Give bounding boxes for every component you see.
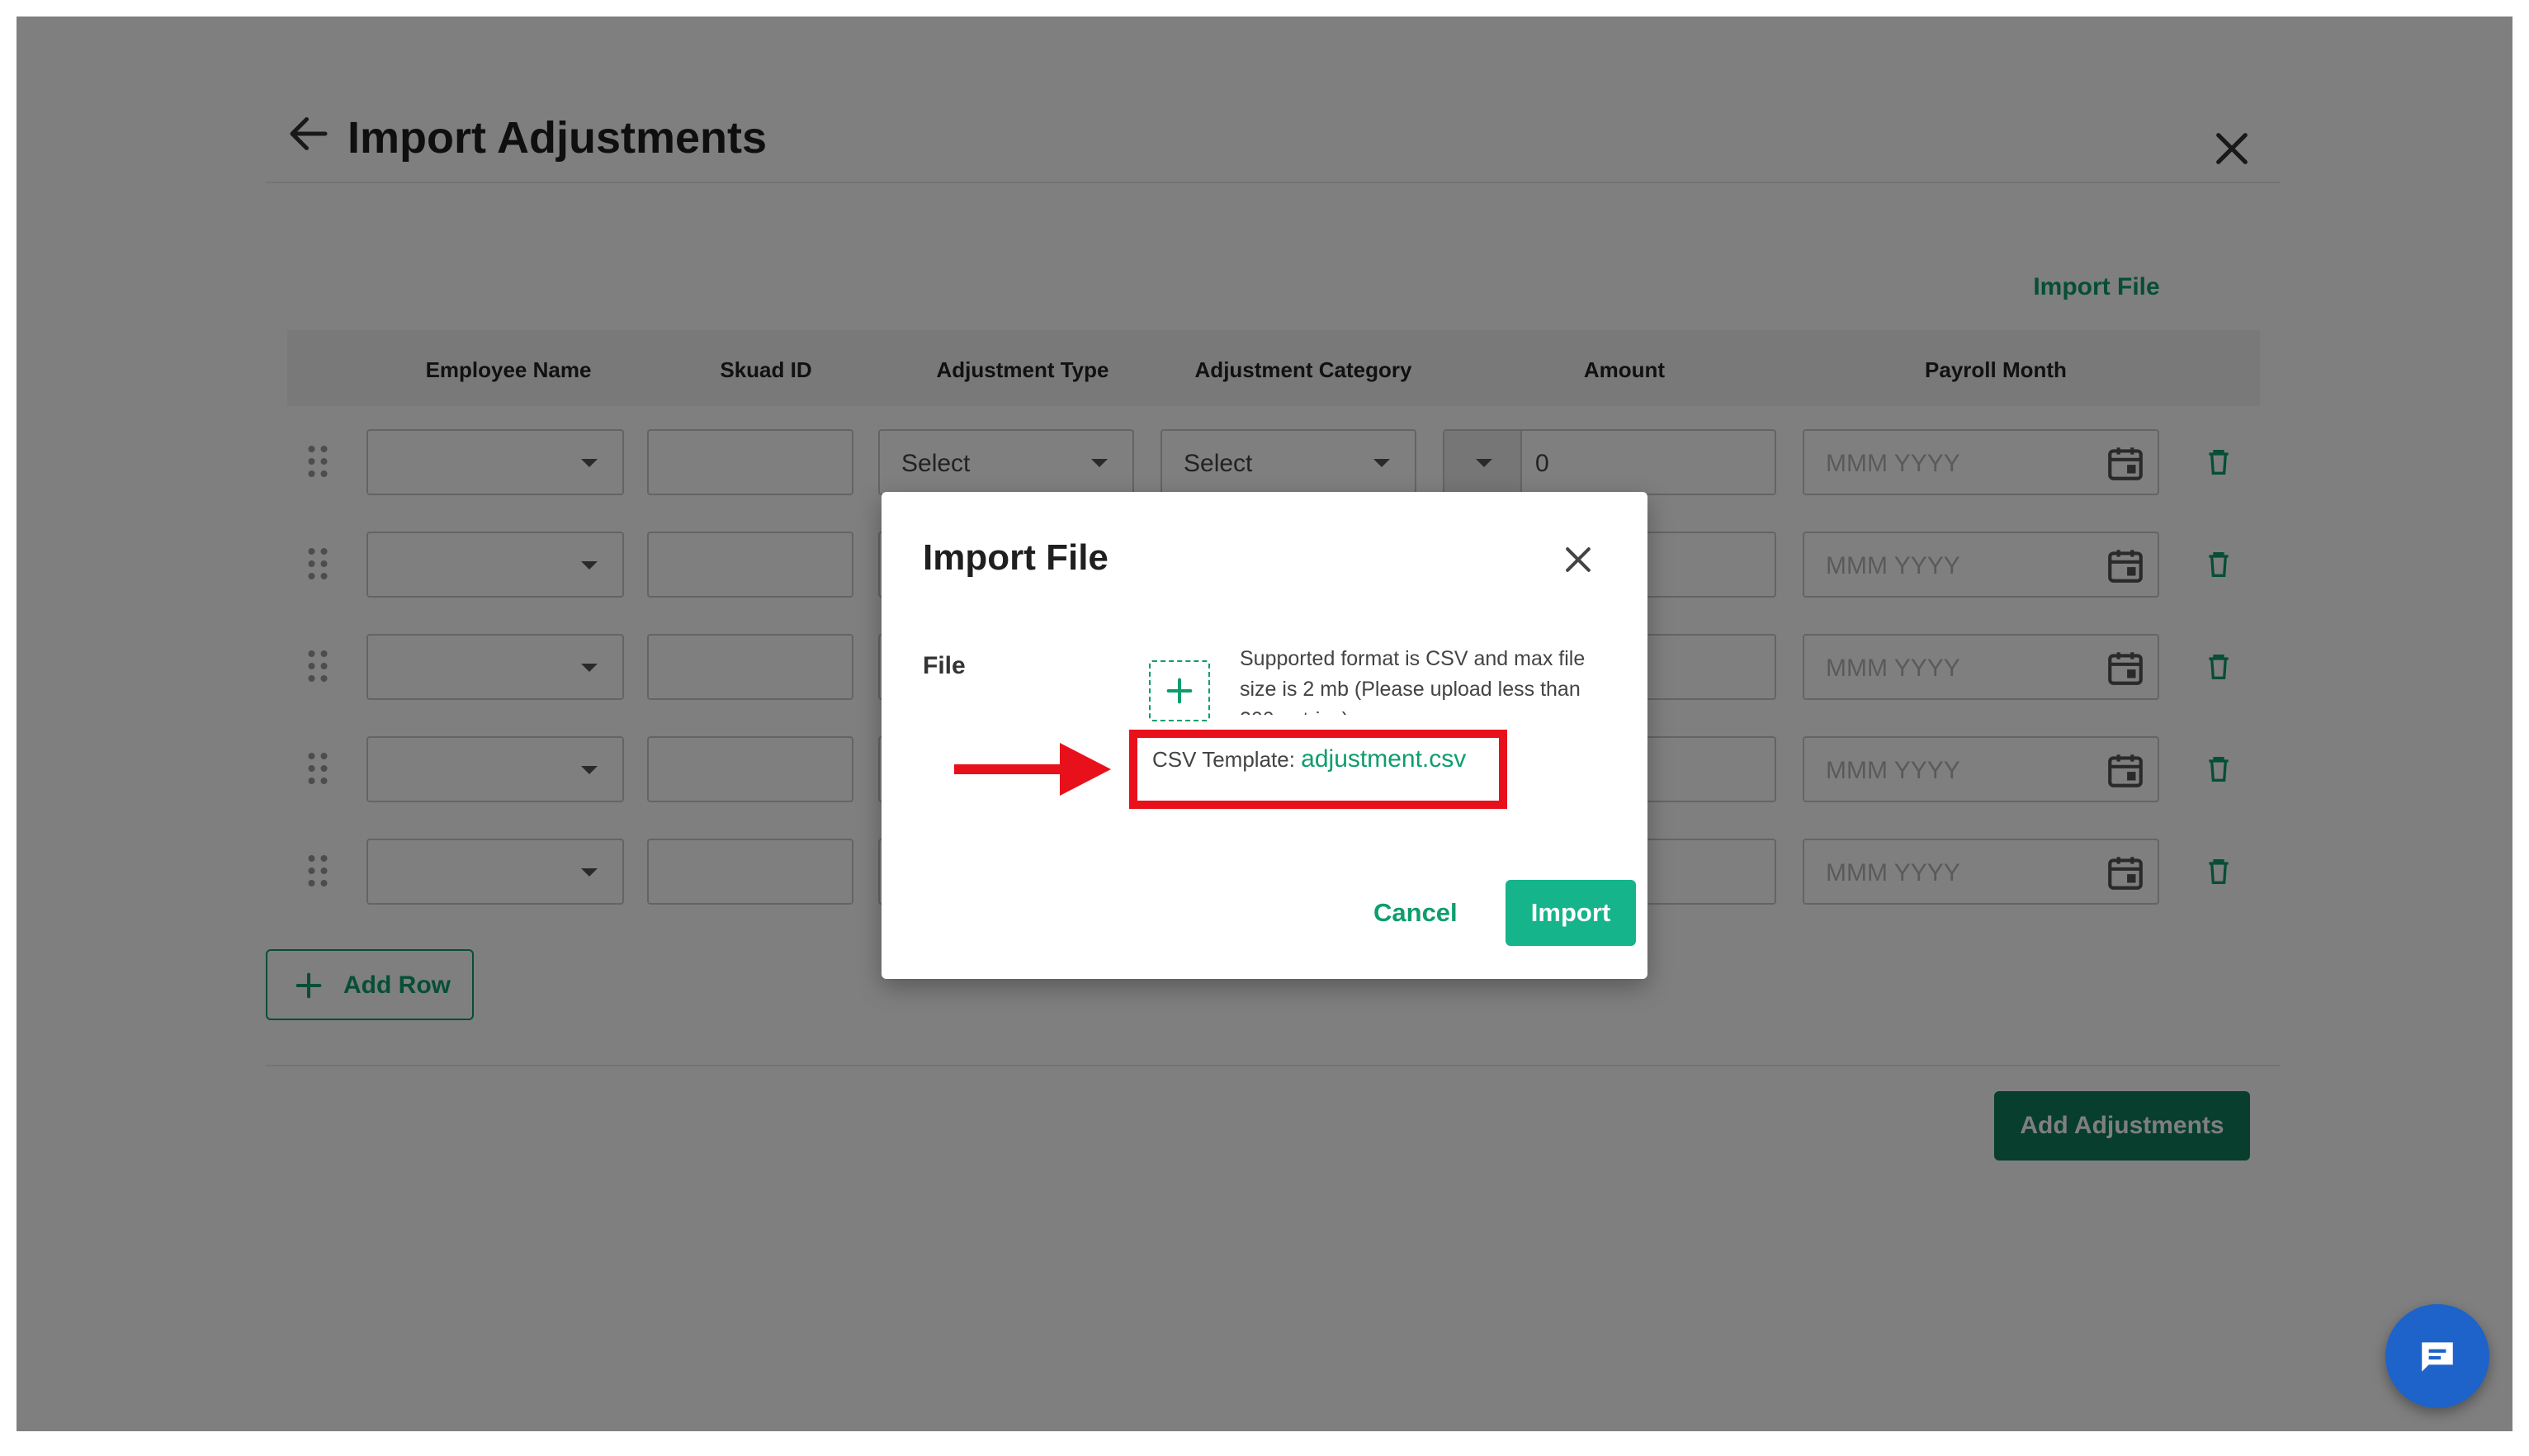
- import-button[interactable]: Import: [1506, 880, 1636, 946]
- plus-icon: [1166, 678, 1193, 704]
- file-upload-button[interactable]: [1149, 660, 1210, 721]
- cancel-button[interactable]: Cancel: [1373, 880, 1458, 946]
- app-window: Import Adjustments Import File Employee …: [17, 17, 2512, 1431]
- modal-title: Import File: [923, 537, 1109, 578]
- file-label: File: [923, 652, 966, 679]
- close-icon[interactable]: [1560, 541, 1596, 578]
- chat-icon: [2422, 1342, 2453, 1372]
- upload-hint: Supported format is CSV and max file siz…: [1240, 647, 1586, 715]
- highlight-box: [1129, 730, 1507, 809]
- chat-button[interactable]: [2385, 1304, 2489, 1408]
- arrow-right-icon: [954, 743, 1111, 796]
